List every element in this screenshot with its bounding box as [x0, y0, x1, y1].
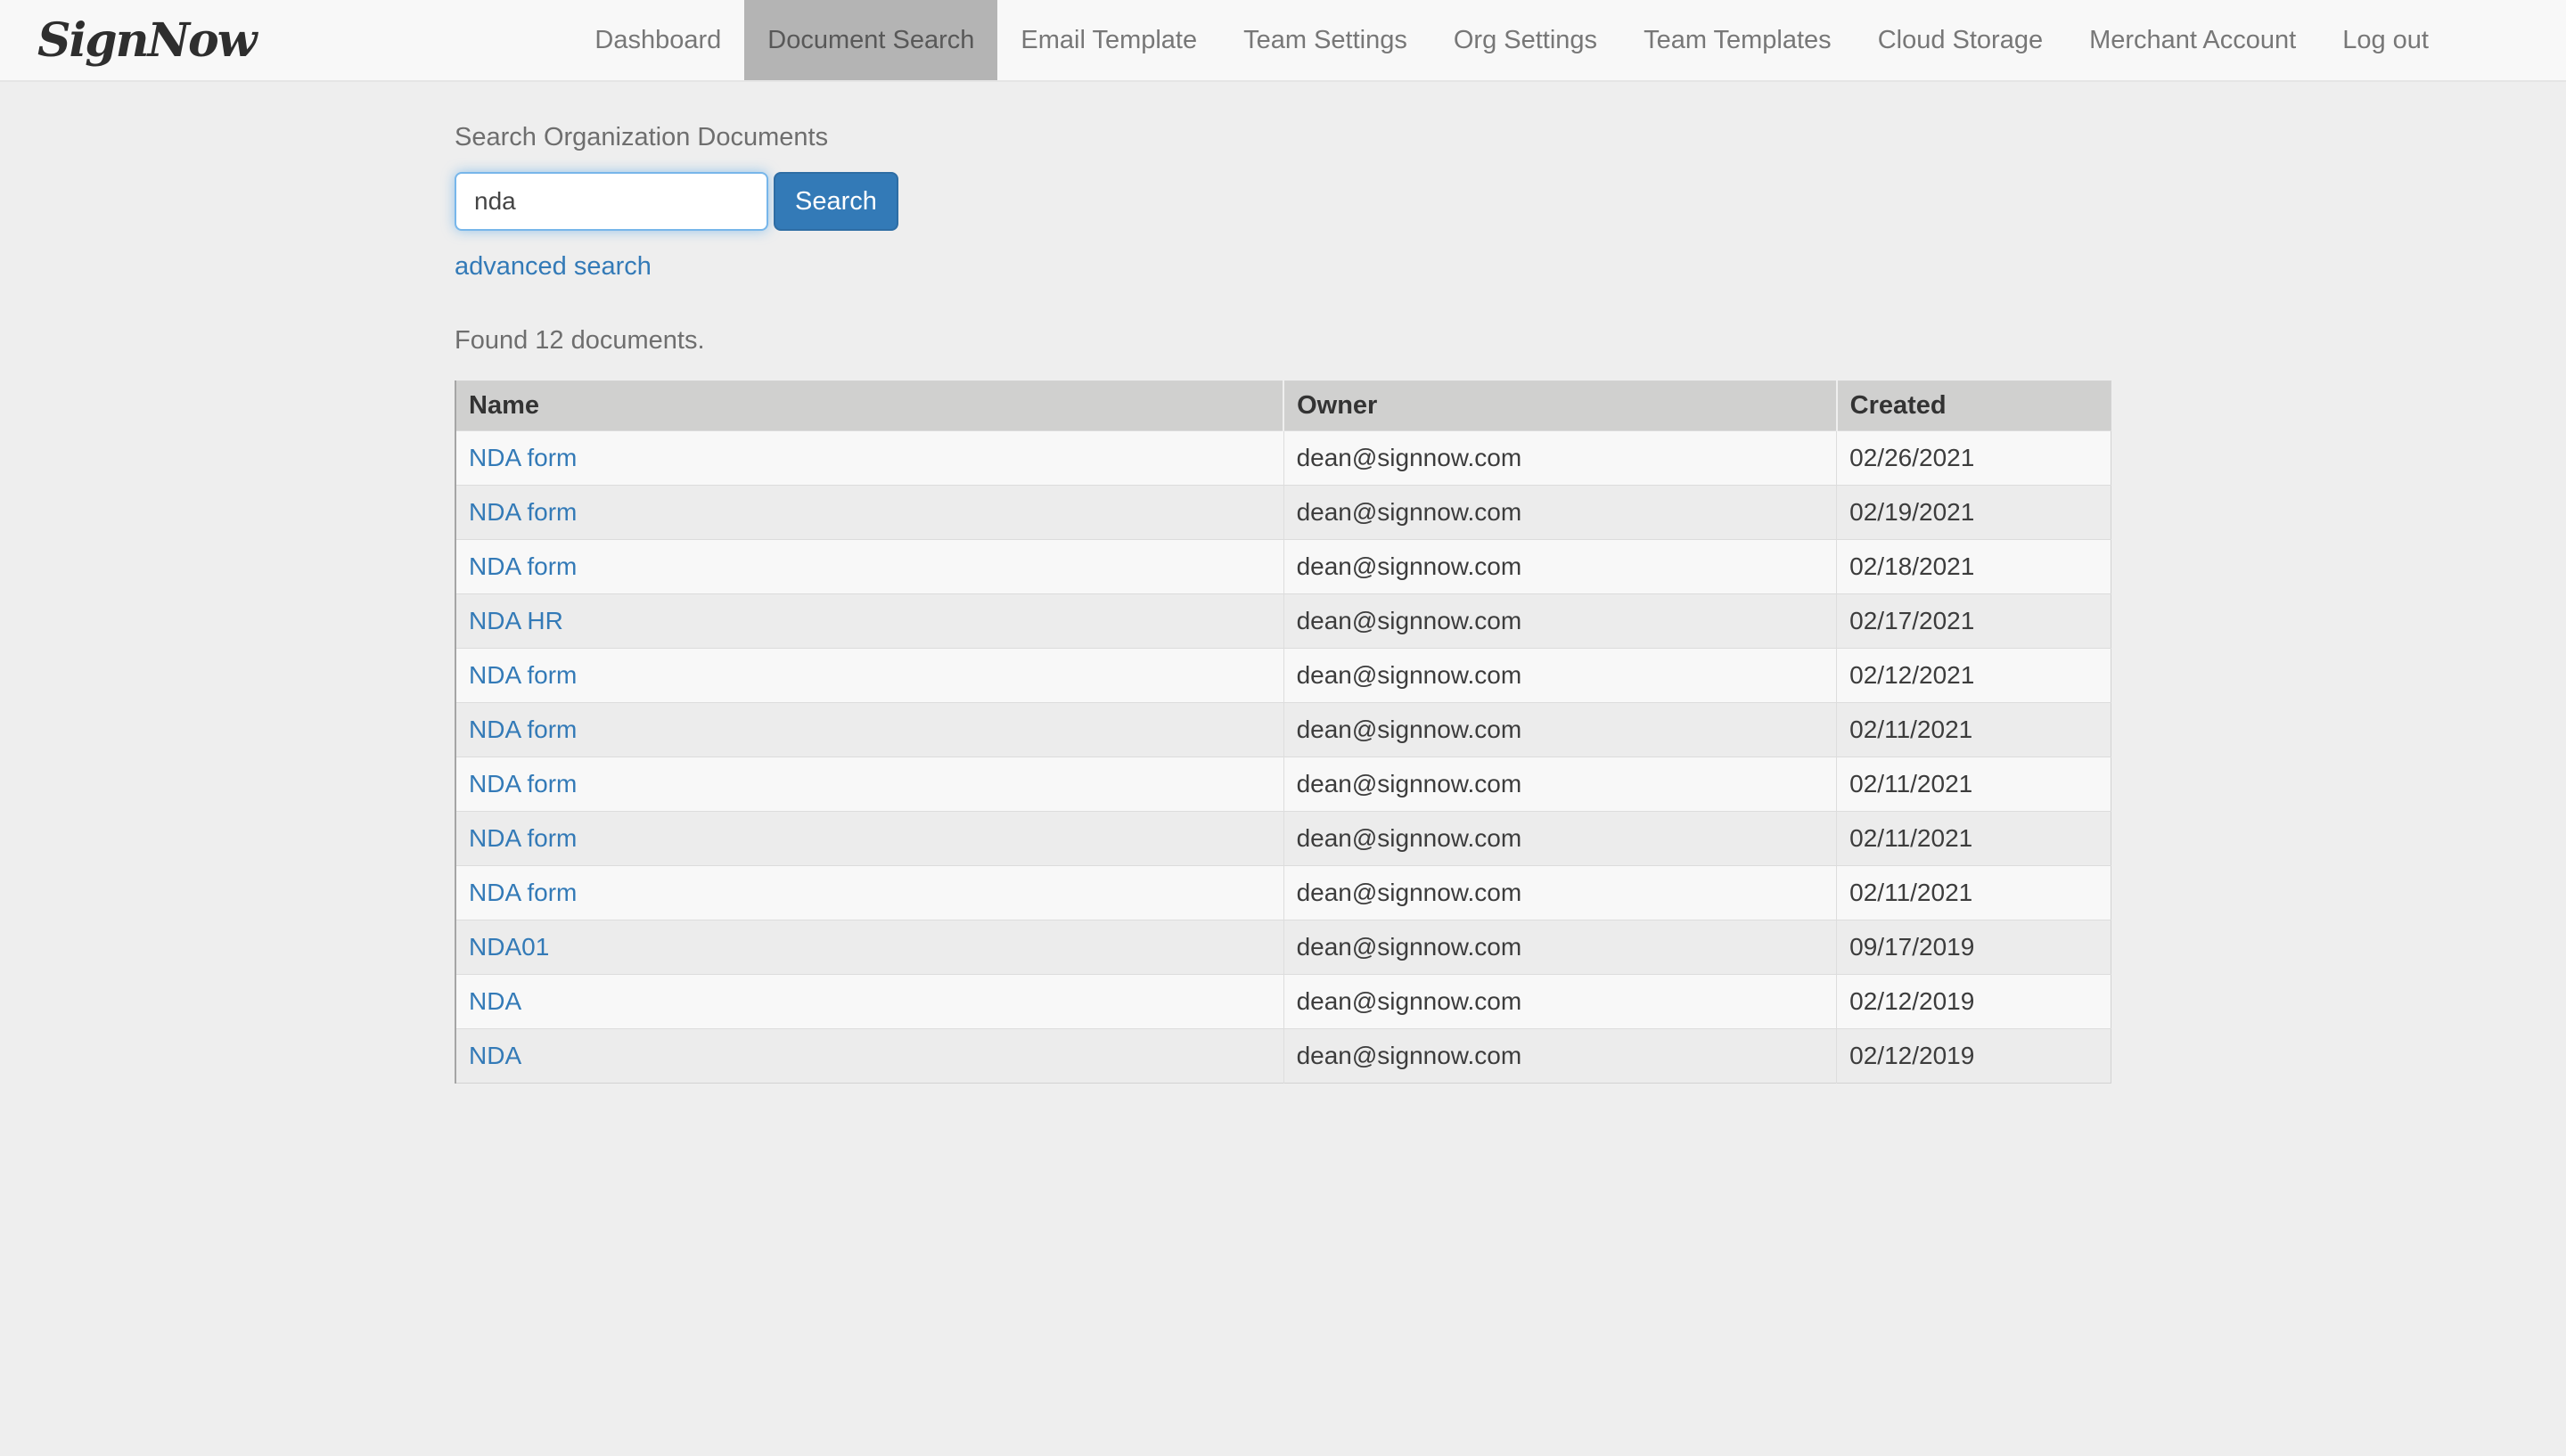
created-cell: 02/12/2019	[1836, 974, 2111, 1029]
document-link[interactable]: NDA form	[469, 879, 577, 906]
documents-table: Name Owner Created NDA form dean@signnow.…	[455, 380, 2111, 1084]
nav-item-email-template[interactable]: Email Template	[997, 0, 1220, 80]
name-cell: NDA	[455, 1028, 1284, 1084]
signnow-logo[interactable]: SignNow	[37, 13, 257, 68]
owner-cell: dean@signnow.com	[1283, 702, 1837, 757]
nav-item-team-templates[interactable]: Team Templates	[1620, 0, 1855, 80]
table-row: NDA dean@signnow.com 02/12/2019	[455, 974, 2111, 1029]
created-cell: 02/11/2021	[1836, 757, 2111, 812]
table-row: NDA01 dean@signnow.com 09/17/2019	[455, 920, 2111, 975]
owner-cell: dean@signnow.com	[1283, 974, 1837, 1029]
created-cell: 02/17/2021	[1836, 593, 2111, 649]
advanced-search-link[interactable]: advanced search	[455, 252, 652, 282]
created-cell: 02/11/2021	[1836, 702, 2111, 757]
document-link[interactable]: NDA form	[469, 770, 577, 798]
table-row: NDA form dean@signnow.com 02/11/2021	[455, 702, 2111, 757]
main-nav: Dashboard Document Search Email Template…	[571, 0, 2452, 80]
table-row: NDA form dean@signnow.com 02/19/2021	[455, 485, 2111, 540]
table-header-row: Name Owner Created	[455, 380, 2111, 431]
column-header-created: Created	[1835, 380, 2111, 431]
owner-cell: dean@signnow.com	[1283, 430, 1837, 486]
column-header-name: Name	[455, 380, 1284, 431]
nav-item-log-out[interactable]: Log out	[2319, 0, 2452, 80]
name-cell: NDA form	[455, 811, 1284, 866]
table-row: NDA form dean@signnow.com 02/11/2021	[455, 757, 2111, 812]
owner-cell: dean@signnow.com	[1283, 593, 1837, 649]
created-cell: 02/19/2021	[1836, 485, 2111, 540]
document-link[interactable]: NDA HR	[469, 607, 563, 634]
nav-item-team-settings[interactable]: Team Settings	[1220, 0, 1431, 80]
name-cell: NDA HR	[455, 593, 1284, 649]
name-cell: NDA form	[455, 485, 1284, 540]
table-row: NDA HR dean@signnow.com 02/17/2021	[455, 593, 2111, 649]
created-cell: 09/17/2019	[1836, 920, 2111, 975]
owner-cell: dean@signnow.com	[1283, 485, 1837, 540]
nav-item-org-settings[interactable]: Org Settings	[1431, 0, 1620, 80]
table-row: NDA dean@signnow.com 02/12/2019	[455, 1028, 2111, 1084]
created-cell: 02/12/2021	[1836, 648, 2111, 703]
owner-cell: dean@signnow.com	[1283, 811, 1837, 866]
created-cell: 02/12/2019	[1836, 1028, 2111, 1084]
table-row: NDA form dean@signnow.com 02/12/2021	[455, 648, 2111, 703]
table-row: NDA form dean@signnow.com 02/26/2021	[455, 430, 2111, 486]
document-search-page: Search Organization Documents Search adv…	[0, 82, 2566, 1084]
owner-cell: dean@signnow.com	[1283, 1028, 1837, 1084]
document-link[interactable]: NDA	[469, 1042, 521, 1069]
name-cell: NDA form	[455, 757, 1284, 812]
created-cell: 02/18/2021	[1836, 539, 2111, 594]
document-link[interactable]: NDA	[469, 987, 521, 1015]
table-row: NDA form dean@signnow.com 02/11/2021	[455, 865, 2111, 920]
table-row: NDA form dean@signnow.com 02/18/2021	[455, 539, 2111, 594]
name-cell: NDA01	[455, 920, 1284, 975]
owner-cell: dean@signnow.com	[1283, 757, 1837, 812]
name-cell: NDA form	[455, 539, 1284, 594]
nav-item-merchant-account[interactable]: Merchant Account	[2066, 0, 2319, 80]
search-input[interactable]	[455, 172, 768, 231]
document-link[interactable]: NDA form	[469, 498, 577, 526]
owner-cell: dean@signnow.com	[1283, 920, 1837, 975]
name-cell: NDA form	[455, 865, 1284, 920]
documents-table-body: NDA form dean@signnow.com 02/26/2021 NDA fo…	[455, 430, 2111, 1084]
table-row: NDA form dean@signnow.com 02/11/2021	[455, 811, 2111, 866]
results-summary: Found 12 documents.	[455, 326, 705, 355]
document-link[interactable]: NDA form	[469, 444, 577, 471]
document-link[interactable]: NDA form	[469, 552, 577, 580]
name-cell: NDA form	[455, 648, 1284, 703]
created-cell: 02/26/2021	[1836, 430, 2111, 486]
search-form: Search	[455, 172, 2566, 231]
search-section-label: Search Organization Documents	[455, 123, 829, 151]
name-cell: NDA form	[455, 430, 1284, 486]
created-cell: 02/11/2021	[1836, 865, 2111, 920]
nav-item-cloud-storage[interactable]: Cloud Storage	[1855, 0, 2066, 80]
search-button[interactable]: Search	[774, 172, 898, 231]
document-link[interactable]: NDA form	[469, 824, 577, 852]
name-cell: NDA form	[455, 702, 1284, 757]
owner-cell: dean@signnow.com	[1283, 865, 1837, 920]
created-cell: 02/11/2021	[1836, 811, 2111, 866]
top-navbar: SignNow Dashboard Document Search Email …	[0, 0, 2566, 82]
name-cell: NDA	[455, 974, 1284, 1029]
nav-item-document-search[interactable]: Document Search	[744, 0, 998, 80]
document-link[interactable]: NDA form	[469, 716, 577, 743]
owner-cell: dean@signnow.com	[1283, 648, 1837, 703]
document-link[interactable]: NDA form	[469, 661, 577, 689]
document-link[interactable]: NDA01	[469, 933, 549, 961]
owner-cell: dean@signnow.com	[1283, 539, 1837, 594]
nav-item-dashboard[interactable]: Dashboard	[571, 0, 744, 80]
column-header-owner: Owner	[1283, 380, 1837, 431]
